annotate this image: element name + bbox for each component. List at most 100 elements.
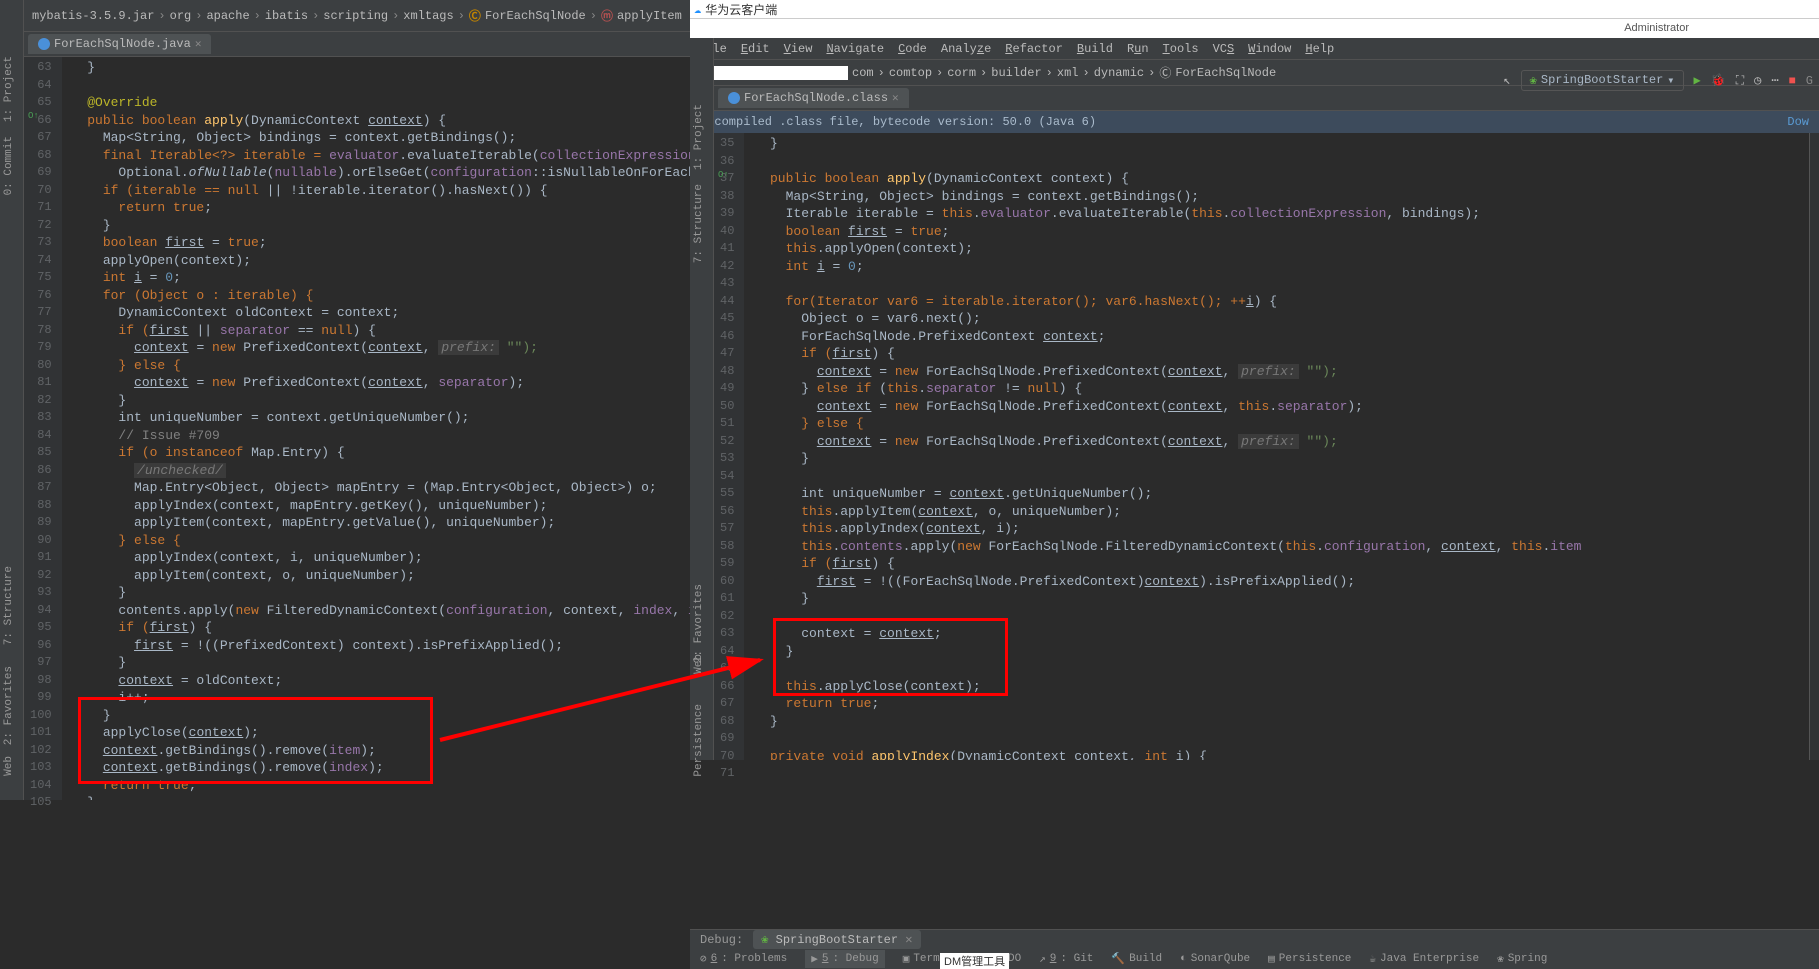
status-problems[interactable]: ⊘6: Problems (700, 952, 787, 966)
spring-icon: ❀ (761, 933, 768, 947)
menu-run[interactable]: Run (1127, 42, 1149, 56)
debug-label: Debug: (700, 933, 743, 947)
menu-help[interactable]: Help (1305, 42, 1334, 56)
debug-icon[interactable]: 🐞 (1711, 73, 1726, 88)
download-sources-link[interactable]: Dow (1787, 115, 1809, 129)
titlebar-text: 华为云客户端 (705, 1, 777, 18)
status-bar: ⊘6: Problems ▶5: Debug ▣Terminal ☑TODO ↗… (690, 950, 1819, 969)
tool-structure[interactable]: 7: Structure (0, 560, 18, 651)
close-icon[interactable]: ✕ (892, 91, 899, 105)
right-code-area[interactable]: 3536373839404142434445464748495051525354… (714, 133, 1819, 760)
bottom-status-area: Debug: ❀ SpringBootStarter ✕ ⊘6: Problem… (690, 929, 1819, 969)
crumb[interactable]: scripting (323, 9, 388, 23)
menu-analyze[interactable]: Analyze (941, 42, 991, 56)
editor-tab[interactable]: ForEachSqlNode.java ✕ (28, 34, 211, 54)
git-icon[interactable]: G (1806, 74, 1813, 88)
tool-web[interactable]: Web (690, 648, 708, 680)
class-icon: Ⓒ (469, 7, 481, 24)
menu-window[interactable]: Window (1248, 42, 1291, 56)
close-icon[interactable]: ✕ (195, 37, 202, 51)
main-menu-bar[interactable]: File Edit View Navigate Code Analyze Ref… (690, 38, 1819, 60)
banner-text: Decompiled .class file, bytecode version… (700, 115, 1096, 129)
tab-label: ForEachSqlNode.java (54, 37, 191, 51)
tool-project[interactable]: 1: Project (0, 50, 18, 128)
crumb[interactable]: builder (991, 66, 1041, 80)
close-icon[interactable]: ✕ (905, 933, 912, 947)
admin-user-label: Administrator (1624, 22, 1689, 34)
left-code-area[interactable]: 6364656667686970717273747576777879808182… (24, 57, 690, 800)
crumb[interactable]: ibatis (265, 9, 308, 23)
crumb[interactable]: corm (947, 66, 976, 80)
crumb[interactable]: ForEachSqlNode (1175, 66, 1276, 80)
crumb[interactable]: com (852, 66, 874, 80)
editor-tab[interactable]: ForEachSqlNode.class ✕ (718, 88, 909, 108)
tab-label: ForEachSqlNode.class (744, 91, 888, 105)
more-icon[interactable]: ⋯ (1771, 73, 1778, 88)
status-sonarqube[interactable]: ◐SonarQube (1180, 953, 1250, 965)
status-debug[interactable]: ▶5: Debug (805, 950, 884, 968)
menu-navigate[interactable]: Navigate (826, 42, 884, 56)
code-text[interactable]: } @Override public boolean apply(Dynamic… (62, 57, 690, 800)
status-spring[interactable]: ❀Spring (1497, 952, 1547, 966)
method-icon: ⓜ (601, 7, 613, 24)
menu-code[interactable]: Code (898, 42, 927, 56)
line-numbers: 3536373839404142434445464748495051525354… (714, 133, 744, 760)
browser-address-area: Administrator (690, 18, 1819, 38)
code-text[interactable]: } public boolean apply(DynamicContext co… (744, 133, 1819, 760)
run-config-select[interactable]: ❀ SpringBootStarter ▾ (1521, 70, 1684, 91)
debug-tool-window-tabs: Debug: ❀ SpringBootStarter ✕ (690, 930, 1819, 950)
status-build[interactable]: 🔨Build (1111, 952, 1162, 966)
crumb[interactable]: comtop (889, 66, 932, 80)
crumb[interactable]: mybatis-3.5.9.jar (32, 9, 154, 23)
line-numbers: 6364656667686970717273747576777879808182… (24, 57, 62, 800)
redacted-path (698, 66, 848, 80)
tool-structure[interactable]: 7: Structure (690, 178, 708, 269)
crumb[interactable]: xml (1057, 66, 1079, 80)
menu-edit[interactable]: Edit (741, 42, 770, 56)
coverage-icon[interactable]: ⛶ (1736, 74, 1744, 88)
run-icon[interactable]: ▶ (1694, 73, 1701, 88)
crumb[interactable]: ForEachSqlNode (485, 9, 586, 23)
cloud-icon: ☁ (694, 2, 701, 17)
crumb[interactable]: dynamic (1094, 66, 1144, 80)
crumb[interactable]: xmltags (403, 9, 453, 23)
status-java-enterprise[interactable]: ☕Java Enterprise (1369, 952, 1479, 966)
right-scrollbar[interactable] (1809, 133, 1819, 760)
chevron-down-icon: ▾ (1667, 73, 1674, 88)
menu-view[interactable]: View (784, 42, 813, 56)
status-persistence[interactable]: ▤Persistence (1268, 952, 1351, 966)
profile-icon[interactable]: ◷ (1754, 73, 1761, 88)
left-tab-bar: ForEachSqlNode.java ✕ (24, 32, 690, 57)
left-breadcrumb[interactable]: mybatis-3.5.9.jar› org› apache› ibatis› … (24, 0, 690, 32)
right-window-titlebar: ☁ 华为云客户端 (690, 0, 1819, 18)
java-file-icon (38, 38, 50, 50)
override-gutter-icon[interactable]: O↑ (28, 111, 39, 121)
tool-commit[interactable]: 0: Commit (0, 130, 18, 201)
menu-vcs[interactable]: VCS (1213, 42, 1235, 56)
crumb[interactable]: applyItem (617, 9, 682, 23)
class-icon: Ⓒ (1159, 64, 1171, 81)
run-toolbar: ↖ ❀ SpringBootStarter ▾ ▶ 🐞 ⛶ ◷ ⋯ ■ G (1503, 70, 1813, 91)
menu-refactor[interactable]: Refactor (1005, 42, 1063, 56)
tool-favorites[interactable]: 2: Favorites (0, 660, 18, 751)
back-icon[interactable]: ↖ (1503, 73, 1510, 88)
override-gutter-icon[interactable]: O↑ (718, 170, 729, 180)
status-git[interactable]: ↗9: Git (1039, 952, 1093, 966)
spring-icon: ❀ (1530, 73, 1537, 88)
left-side-gutter: 1: Project 0: Commit 7: Structure 2: Fav… (0, 0, 24, 800)
crumb[interactable]: apache (206, 9, 249, 23)
debug-session-tab[interactable]: ❀ SpringBootStarter ✕ (753, 930, 920, 949)
tool-persistence[interactable]: Persistence (690, 698, 708, 783)
right-editor-pane: ☁ 华为云客户端 Administrator File Edit View Na… (690, 0, 1819, 800)
crumb[interactable]: org (170, 9, 192, 23)
decompiled-banner: Decompiled .class file, bytecode version… (690, 111, 1819, 133)
taskbar-app-label: DM管理工具 (940, 953, 1009, 969)
left-editor-pane: 1: Project 0: Commit 7: Structure 2: Fav… (0, 0, 690, 800)
tool-project[interactable]: 1: Project (690, 98, 708, 176)
class-file-icon (728, 92, 740, 104)
menu-tools[interactable]: Tools (1163, 42, 1199, 56)
tool-web[interactable]: Web (0, 750, 18, 782)
right-side-gutter: 1: Project 7: Structure 2: Favorites Web… (690, 38, 714, 760)
menu-build[interactable]: Build (1077, 42, 1113, 56)
stop-icon[interactable]: ■ (1789, 74, 1796, 88)
